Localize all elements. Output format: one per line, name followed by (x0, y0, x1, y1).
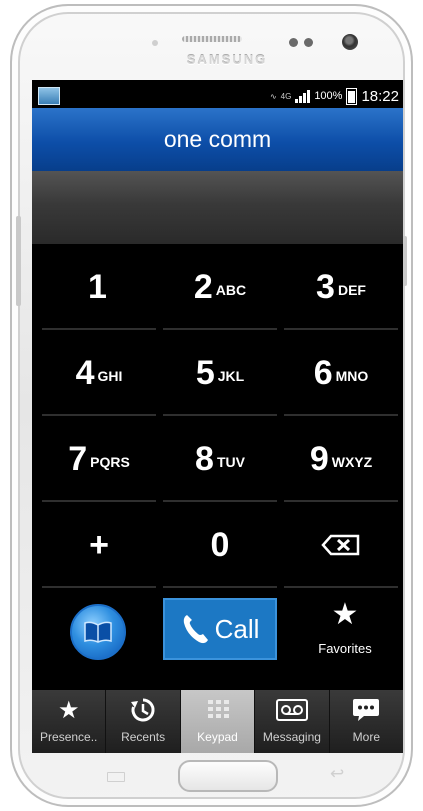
star-icon: ★ (57, 696, 80, 724)
key-6[interactable]: 6 MNO (284, 332, 398, 416)
star-icon: ★ (331, 598, 359, 631)
bottom-tab-bar: ★ Presence.. Recents Keypad Messaging Mo… (32, 690, 403, 753)
tab-messaging[interactable]: Messaging (255, 690, 330, 753)
key-plus[interactable]: + (42, 504, 156, 588)
key-digit: 5 (195, 353, 215, 392)
proximity-sensor (289, 38, 298, 47)
key-4[interactable]: 4 GHI (42, 332, 156, 416)
volume-button (16, 216, 21, 306)
light-sensor (304, 38, 313, 47)
tab-label: Messaging (262, 730, 321, 744)
key-digit: 1 (88, 267, 107, 306)
mute-icon: ∿ (269, 91, 277, 101)
call-button[interactable]: Call (163, 598, 277, 660)
key-5[interactable]: 5 JKL (163, 332, 277, 416)
tab-label: More (352, 730, 380, 744)
key-digit: 0 (210, 525, 230, 564)
app-title: one comm (32, 108, 403, 171)
key-digit: 6 (313, 353, 333, 392)
key-letters: JKL (217, 368, 245, 384)
key-digit: + (89, 525, 109, 564)
tab-label: Keypad (197, 730, 238, 744)
key-digit: 2 (193, 267, 213, 306)
key-3[interactable]: 3 DEF (284, 246, 398, 330)
front-camera (342, 34, 358, 50)
backspace-button[interactable] (284, 504, 398, 588)
key-7[interactable]: 7 PQRS (42, 418, 156, 502)
tab-label: Presence.. (40, 730, 98, 744)
favorites-label: Favorites (318, 641, 372, 656)
book-icon (84, 621, 112, 643)
action-row: Call ★ Favorites (32, 585, 403, 685)
key-2[interactable]: 2 ABC (163, 246, 277, 330)
battery-percent: 100% (314, 90, 343, 102)
brand-logo: SAMSUNG (186, 52, 268, 67)
key-8[interactable]: 8 TUV (163, 418, 277, 502)
key-1[interactable]: 1 (42, 246, 156, 330)
key-letters: DEF (337, 282, 366, 298)
tab-presence[interactable]: ★ Presence.. (32, 690, 107, 753)
menu-key[interactable] (107, 772, 125, 782)
notification-led (152, 40, 158, 46)
key-9[interactable]: 9 WXYZ (284, 418, 398, 502)
earpiece-speaker (182, 36, 242, 42)
key-letters: TUV (216, 454, 245, 470)
phonebook-button[interactable] (70, 604, 126, 660)
key-digit: 9 (309, 439, 329, 478)
backspace-icon (321, 534, 361, 556)
phone-screen: ∿ 4G 100% 18:22 one comm 1 2 ABC 3 DEF 4 (32, 80, 403, 753)
key-digit: 4 (75, 353, 95, 392)
key-digit: 7 (68, 439, 88, 478)
key-letters: MNO (335, 368, 369, 384)
key-letters: PQRS (90, 454, 130, 470)
key-digit: 8 (195, 439, 214, 478)
tab-keypad[interactable]: Keypad (180, 690, 256, 753)
key-letters: GHI (97, 368, 123, 384)
tab-more[interactable]: More (330, 690, 403, 753)
key-letters: WXYZ (331, 454, 373, 470)
phone-handset-icon (183, 615, 208, 644)
tab-recents[interactable]: Recents (106, 690, 181, 753)
call-label: Call (214, 613, 260, 644)
favorites-button[interactable]: ★ Favorites (288, 597, 402, 667)
chat-bubble-icon (330, 690, 403, 730)
keypad-icon (181, 690, 254, 730)
key-letters: ABC (215, 282, 247, 298)
tab-label: Recents (121, 730, 166, 744)
status-time: 18:22 (361, 87, 399, 105)
battery-icon (346, 87, 358, 105)
signal-icon (295, 89, 311, 103)
back-key-icon[interactable]: ↩ (330, 764, 344, 784)
network-type: 4G (280, 91, 292, 101)
key-0[interactable]: 0 (163, 504, 277, 588)
home-button[interactable] (178, 760, 278, 792)
key-digit: 3 (316, 267, 335, 306)
notification-icon (38, 87, 60, 105)
number-display[interactable] (32, 171, 403, 244)
recents-icon (106, 690, 179, 730)
status-bar: ∿ 4G 100% 18:22 (32, 84, 403, 108)
voicemail-icon (255, 690, 328, 730)
